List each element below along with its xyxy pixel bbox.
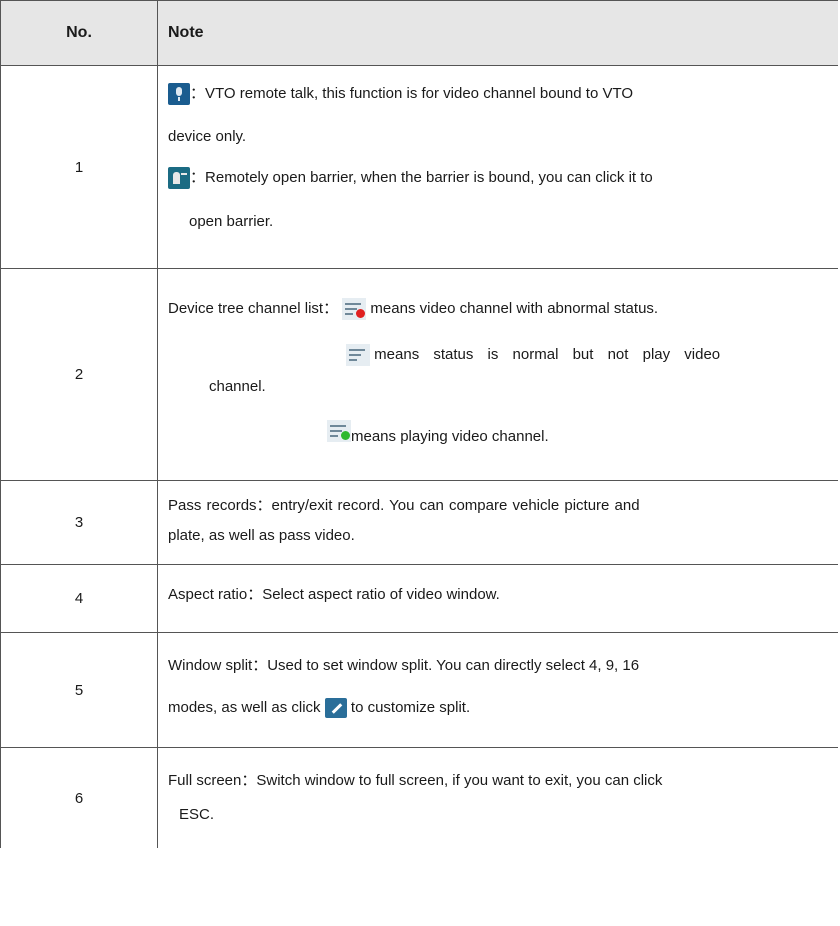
note-text: means playing video channel. <box>351 428 549 445</box>
table-row: 4 Aspect ratio：Select aspect ratio of vi… <box>0 565 838 633</box>
note-separator: ： <box>190 85 206 102</box>
table-row: 6 Full screen：Switch window to full scre… <box>0 748 838 848</box>
note-text: plate, as well as pass video. <box>168 527 355 544</box>
channel-abnormal-icon <box>342 298 367 321</box>
row-note: Pass records：entry/exit record. You can … <box>158 481 838 564</box>
notes-table: No. Note 1 ：VTO remote talk, this functi… <box>0 0 838 848</box>
row-number: 4 <box>0 565 158 632</box>
note-text: Aspect ratio：Select aspect ratio of vide… <box>168 586 500 603</box>
channel-playing-icon <box>327 420 351 443</box>
row-note: Device tree channel list： means video ch… <box>158 269 838 480</box>
table-row: 5 Window split：Used to set window split.… <box>0 633 838 748</box>
note-text: to customize split. <box>350 699 471 716</box>
note-text: Window split：Used to set window split. Y… <box>168 657 640 674</box>
channel-normal-icon <box>346 344 370 367</box>
row-note: Window split：Used to set window split. Y… <box>158 633 838 747</box>
note-text: modes, as well as click <box>168 699 321 716</box>
note-text: means video channel with abnormal status… <box>370 300 659 317</box>
row-note: Full screen：Switch window to full screen… <box>158 748 838 848</box>
row-note: Aspect ratio：Select aspect ratio of vide… <box>158 565 838 632</box>
note-text: Full screen：Switch window to full screen… <box>168 772 663 789</box>
header-note: Note <box>168 24 204 41</box>
note-text: Device tree channel list： <box>168 300 339 317</box>
note-text: channel. <box>209 378 266 395</box>
edit-icon <box>324 698 347 719</box>
table-row: 1 ：VTO remote talk, this function is for… <box>0 66 838 269</box>
table-header: No. Note <box>0 0 838 66</box>
note-text: Pass records：entry/exit record. You can … <box>168 497 640 514</box>
microphone-icon <box>168 83 190 106</box>
note-text: open barrier. <box>189 213 274 230</box>
row-number: 5 <box>0 633 158 747</box>
row-number: 2 <box>0 269 158 480</box>
note-separator: ： <box>190 169 206 186</box>
row-number: 3 <box>0 481 158 564</box>
barrier-gate-icon <box>168 167 190 190</box>
row-number: 1 <box>0 66 158 268</box>
table-row: 2 Device tree channel list： means video … <box>0 269 838 481</box>
note-text: VTO remote talk, this function is for vi… <box>205 85 634 102</box>
header-no: No. <box>0 1 158 65</box>
row-note: ：VTO remote talk, this function is for v… <box>158 66 838 268</box>
note-text: device only. <box>168 128 247 145</box>
note-text: means status is normal but not play vide… <box>374 346 721 363</box>
table-row: 3 Pass records：entry/exit record. You ca… <box>0 481 838 565</box>
note-text: Remotely open barrier, when the barrier … <box>205 169 653 186</box>
note-text: ESC. <box>179 806 215 823</box>
row-number: 6 <box>0 748 158 848</box>
